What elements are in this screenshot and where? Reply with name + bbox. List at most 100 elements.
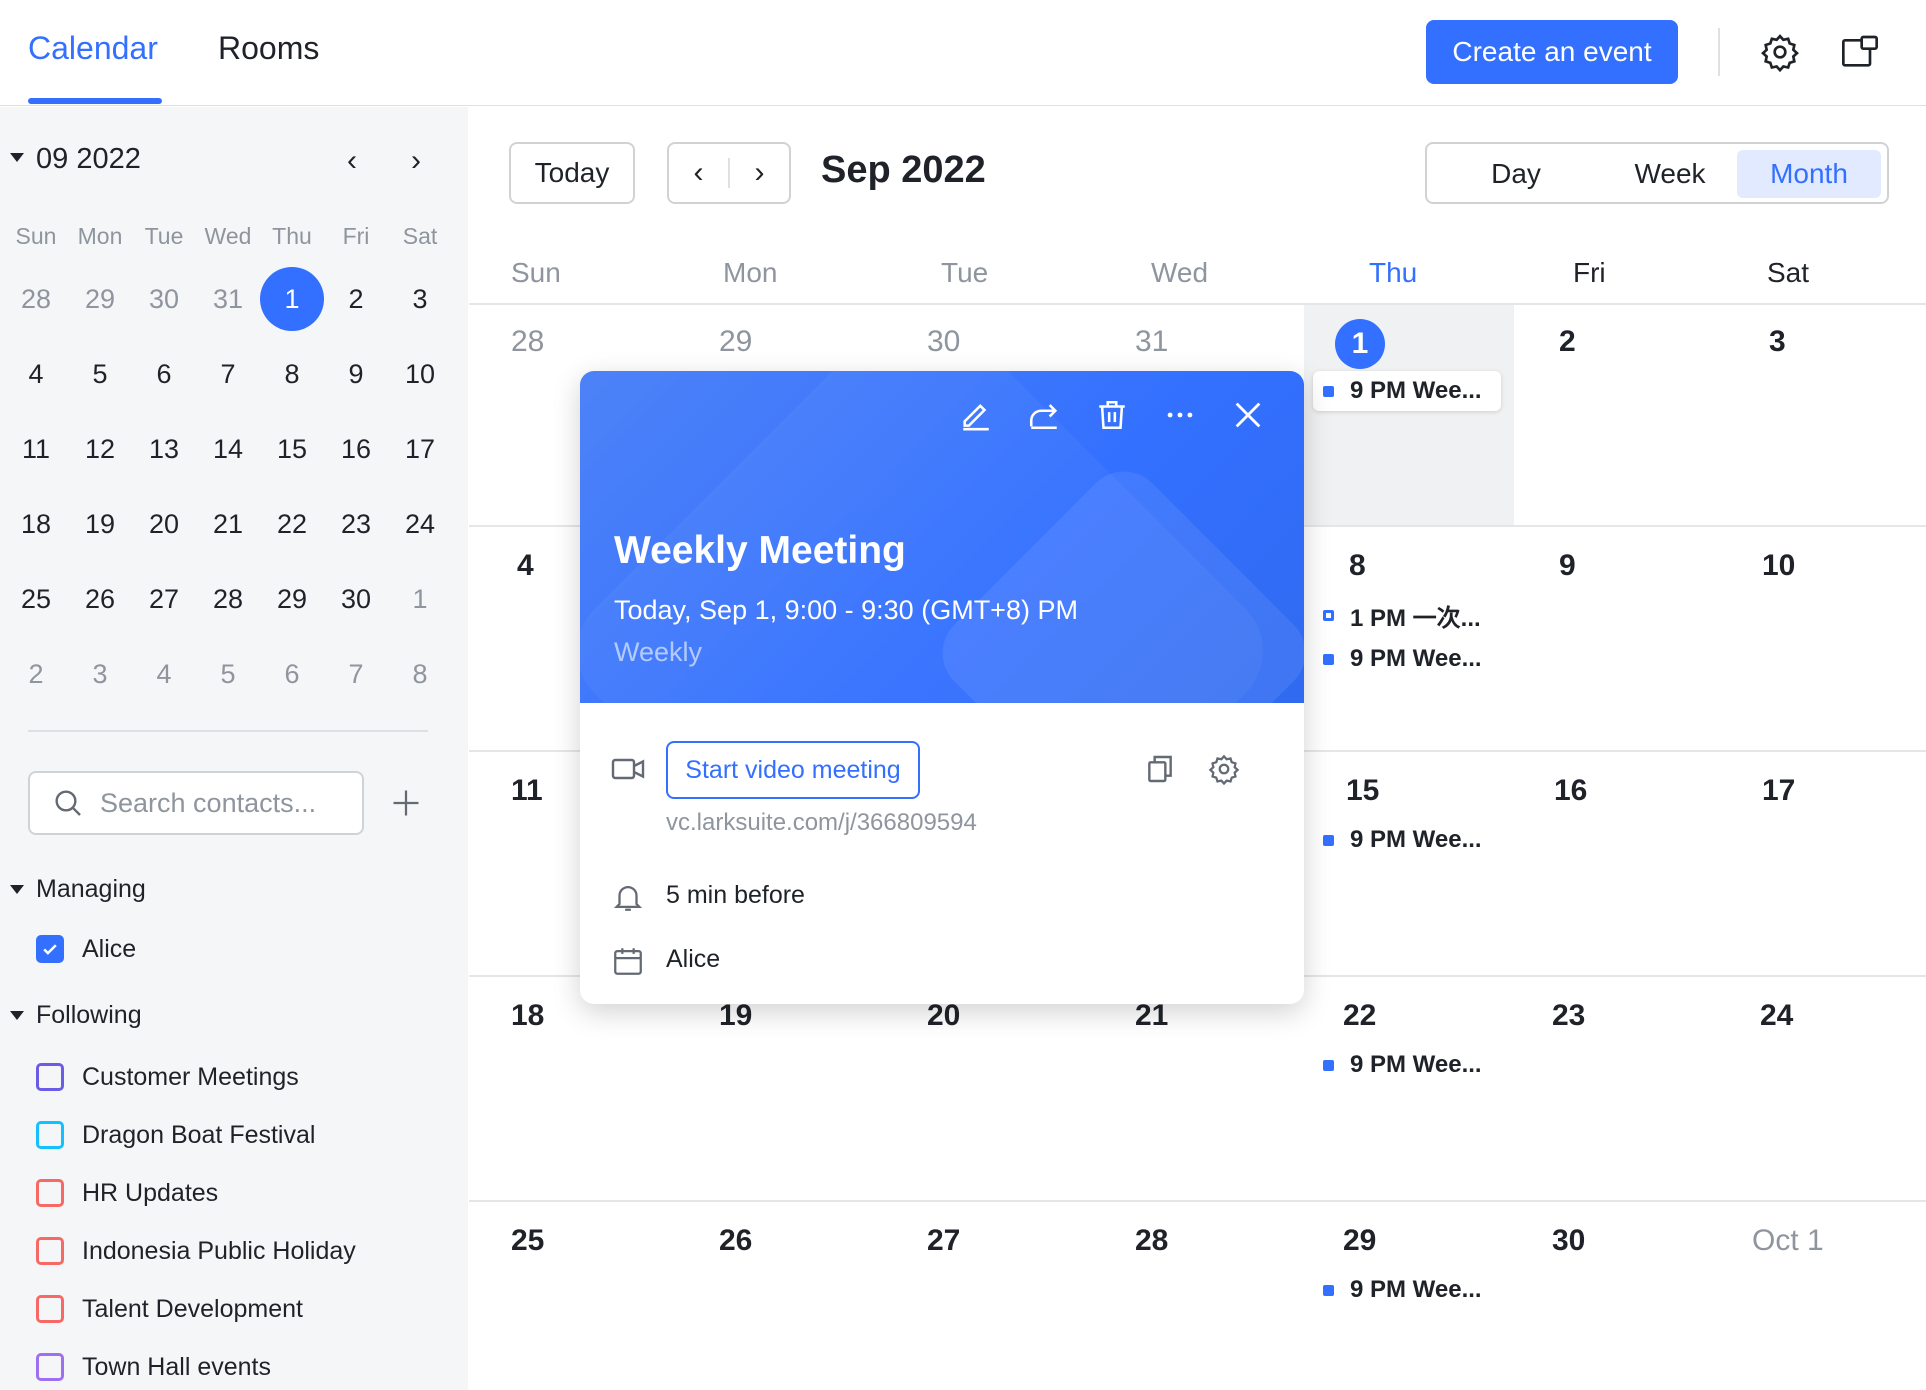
gear-icon[interactable] bbox=[1204, 749, 1244, 789]
day-number[interactable]: 21 bbox=[1135, 999, 1168, 1033]
mini-day[interactable]: 8 bbox=[260, 342, 324, 406]
event-chip[interactable]: 9 PM Wee... bbox=[1313, 1045, 1482, 1085]
calendar-item-dragon-boat-festival[interactable]: Dragon Boat Festival bbox=[36, 1115, 315, 1155]
day-number[interactable]: 28 bbox=[511, 325, 544, 359]
day-number[interactable]: 24 bbox=[1760, 999, 1793, 1033]
mini-day[interactable]: 6 bbox=[260, 642, 324, 706]
mini-day[interactable]: 20 bbox=[132, 492, 196, 556]
mini-day[interactable]: 21 bbox=[196, 492, 260, 556]
calendar-item-town-hall-events[interactable]: Town Hall events bbox=[36, 1347, 271, 1387]
managing-group-header[interactable]: Managing bbox=[0, 871, 468, 911]
view-month-button[interactable]: Month bbox=[1737, 150, 1881, 198]
calendar-item-hr-updates[interactable]: HR Updates bbox=[36, 1173, 218, 1213]
event-chip[interactable]: 9 PM Wee... bbox=[1313, 1270, 1482, 1310]
window-icon[interactable] bbox=[1838, 30, 1882, 74]
event-chip[interactable]: 9 PM Wee... bbox=[1313, 371, 1501, 411]
mini-day[interactable]: 23 bbox=[324, 492, 388, 556]
search-contacts-input[interactable]: Search contacts... bbox=[28, 771, 364, 835]
calendar-item-alice[interactable]: Alice bbox=[36, 929, 136, 969]
view-day-button[interactable]: Day bbox=[1451, 150, 1581, 198]
checkbox[interactable] bbox=[36, 1353, 64, 1381]
create-event-button[interactable]: Create an event bbox=[1426, 20, 1678, 84]
day-number[interactable]: 23 bbox=[1552, 999, 1585, 1033]
mini-day[interactable]: 8 bbox=[388, 642, 452, 706]
mini-day[interactable]: 4 bbox=[4, 342, 68, 406]
tab-rooms[interactable]: Rooms bbox=[218, 30, 319, 67]
mini-day[interactable]: 13 bbox=[132, 417, 196, 481]
mini-day-selected[interactable]: 1 bbox=[260, 266, 324, 331]
view-week-button[interactable]: Week bbox=[1605, 150, 1735, 198]
day-number[interactable]: 20 bbox=[927, 999, 960, 1033]
calendar-item-customer-meetings[interactable]: Customer Meetings bbox=[36, 1057, 299, 1097]
edit-icon[interactable] bbox=[954, 393, 998, 437]
share-icon[interactable] bbox=[1022, 393, 1066, 437]
mini-day[interactable]: 29 bbox=[68, 267, 132, 331]
day-number[interactable]: 17 bbox=[1762, 774, 1795, 808]
day-number[interactable]: 27 bbox=[927, 1224, 960, 1258]
day-number[interactable]: 4 bbox=[517, 549, 534, 583]
copy-icon[interactable] bbox=[1140, 749, 1180, 789]
day-number[interactable]: 30 bbox=[1552, 1224, 1585, 1258]
day-number[interactable]: 19 bbox=[719, 999, 752, 1033]
mini-day[interactable]: 9 bbox=[324, 342, 388, 406]
mini-day[interactable]: 18 bbox=[4, 492, 68, 556]
day-number[interactable]: Oct 1 bbox=[1752, 1224, 1824, 1258]
today-button[interactable]: Today bbox=[509, 142, 635, 204]
mini-day[interactable]: 27 bbox=[132, 567, 196, 631]
day-number[interactable]: 2 bbox=[1559, 325, 1576, 359]
collapse-caret-icon[interactable] bbox=[10, 153, 24, 162]
following-group-header[interactable]: Following bbox=[0, 997, 468, 1037]
day-number[interactable]: 22 bbox=[1343, 999, 1376, 1033]
mini-next-icon[interactable]: › bbox=[396, 141, 436, 181]
day-number[interactable]: 29 bbox=[719, 325, 752, 359]
event-chip[interactable]: 9 PM Wee... bbox=[1313, 820, 1482, 860]
calendar-item-indonesia-public-holiday[interactable]: Indonesia Public Holiday bbox=[36, 1231, 356, 1271]
mini-day[interactable]: 15 bbox=[260, 417, 324, 481]
day-number[interactable]: 15 bbox=[1346, 774, 1379, 808]
mini-day[interactable]: 31 bbox=[196, 267, 260, 331]
checkbox[interactable] bbox=[36, 1179, 64, 1207]
mini-prev-icon[interactable]: ‹ bbox=[332, 141, 372, 181]
today-day-number[interactable]: 1 bbox=[1335, 319, 1385, 369]
tab-calendar[interactable]: Calendar bbox=[28, 30, 158, 67]
delete-icon[interactable] bbox=[1090, 393, 1134, 437]
day-number[interactable]: 26 bbox=[719, 1224, 752, 1258]
mini-day[interactable]: 28 bbox=[196, 567, 260, 631]
mini-day[interactable]: 29 bbox=[260, 567, 324, 631]
day-number[interactable]: 10 bbox=[1762, 549, 1795, 583]
mini-day[interactable]: 5 bbox=[196, 642, 260, 706]
mini-day[interactable]: 14 bbox=[196, 417, 260, 481]
mini-day[interactable]: 2 bbox=[324, 267, 388, 331]
day-number[interactable]: 3 bbox=[1769, 325, 1786, 359]
mini-day[interactable]: 28 bbox=[4, 267, 68, 331]
day-number[interactable]: 29 bbox=[1343, 1224, 1376, 1258]
mini-day[interactable]: 24 bbox=[388, 492, 452, 556]
mini-day[interactable]: 25 bbox=[4, 567, 68, 631]
mini-day[interactable]: 17 bbox=[388, 417, 452, 481]
mini-day[interactable]: 5 bbox=[68, 342, 132, 406]
checkbox[interactable] bbox=[36, 1295, 64, 1323]
mini-day[interactable]: 16 bbox=[324, 417, 388, 481]
checkbox[interactable] bbox=[36, 1063, 64, 1091]
mini-day[interactable]: 1 bbox=[388, 567, 452, 631]
day-number[interactable]: 18 bbox=[511, 999, 544, 1033]
chevron-right-icon[interactable]: › bbox=[730, 144, 789, 202]
day-number[interactable]: 11 bbox=[511, 774, 543, 808]
day-number[interactable]: 31 bbox=[1135, 325, 1168, 359]
day-number[interactable]: 30 bbox=[927, 325, 960, 359]
day-number[interactable]: 25 bbox=[511, 1224, 544, 1258]
day-number[interactable]: 16 bbox=[1554, 774, 1587, 808]
checkbox-checked[interactable] bbox=[36, 935, 64, 963]
mini-day[interactable]: 30 bbox=[132, 267, 196, 331]
video-meeting-link[interactable]: vc.larksuite.com/j/366809594 bbox=[666, 809, 977, 837]
start-video-meeting-button[interactable]: Start video meeting bbox=[666, 741, 920, 799]
mini-day[interactable]: 19 bbox=[68, 492, 132, 556]
chevron-left-icon[interactable]: ‹ bbox=[669, 144, 728, 202]
event-chip[interactable]: 1 PM 一次... bbox=[1313, 595, 1481, 635]
add-calendar-button[interactable] bbox=[386, 783, 426, 823]
mini-day[interactable]: 3 bbox=[68, 642, 132, 706]
mini-day[interactable]: 22 bbox=[260, 492, 324, 556]
event-chip[interactable]: 9 PM Wee... bbox=[1313, 639, 1482, 679]
more-icon[interactable] bbox=[1158, 393, 1202, 437]
day-number[interactable]: 28 bbox=[1135, 1224, 1168, 1258]
